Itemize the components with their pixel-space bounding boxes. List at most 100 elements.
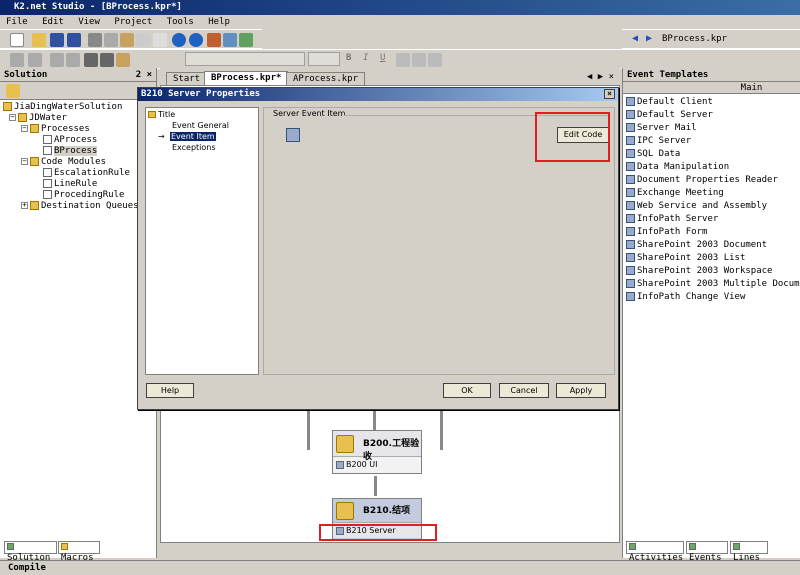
print-preview-icon[interactable] bbox=[153, 33, 167, 47]
dialog-tree-item-event-general[interactable]: Event General bbox=[146, 121, 258, 132]
save-all-icon[interactable] bbox=[67, 33, 81, 47]
event-default-server[interactable]: Default Server bbox=[626, 109, 800, 122]
collapse-icon[interactable]: − bbox=[9, 114, 16, 121]
tree-item-escalationrule[interactable]: EscalationRule bbox=[3, 168, 156, 179]
event-sharepoint-workspace[interactable]: SharePoint 2003 Workspace bbox=[626, 265, 800, 278]
dialog-title-bar: B210 Server Properties × bbox=[138, 88, 618, 101]
indent-icon[interactable] bbox=[28, 53, 42, 67]
dialog-close-button[interactable]: × bbox=[604, 89, 615, 99]
refresh-icon[interactable] bbox=[239, 33, 253, 47]
tree-item-code-modules[interactable]: − Code Modules bbox=[3, 157, 156, 168]
tab-macros[interactable]: Macros bbox=[58, 541, 100, 563]
align-center-icon[interactable] bbox=[412, 53, 426, 67]
toolbox-icon[interactable] bbox=[116, 53, 130, 67]
process-file-icon bbox=[43, 135, 52, 144]
activity-box-icon bbox=[336, 502, 354, 520]
folder-open-icon bbox=[148, 111, 156, 118]
tab-aprocess[interactable]: AProcess.kpr bbox=[286, 72, 366, 85]
zoom-out-icon[interactable] bbox=[50, 53, 64, 67]
binoculars-icon[interactable] bbox=[84, 53, 98, 67]
tab-solution[interactable]: Solution bbox=[4, 541, 57, 563]
event-server-mail[interactable]: Server Mail bbox=[626, 122, 800, 135]
bold-button[interactable]: B bbox=[346, 53, 351, 63]
event-template-icon bbox=[626, 162, 635, 171]
paste-icon[interactable] bbox=[120, 33, 134, 47]
dialog-tree-item-exceptions[interactable]: Exceptions bbox=[146, 143, 258, 154]
menu-bar: File Edit View Project Tools Help bbox=[0, 15, 800, 29]
tab-lines[interactable]: Lines bbox=[730, 541, 768, 563]
collapse-icon[interactable]: − bbox=[21, 125, 28, 132]
outdent-icon[interactable] bbox=[10, 53, 24, 67]
help-button[interactable]: Help bbox=[146, 383, 194, 398]
tree-item-bprocess[interactable]: BProcess bbox=[3, 146, 156, 157]
tree-item-processes[interactable]: − Processes bbox=[3, 124, 156, 135]
align-right-icon[interactable] bbox=[428, 53, 442, 67]
cancel-button[interactable]: Cancel bbox=[499, 383, 549, 398]
folder-icon bbox=[30, 124, 39, 133]
redo-icon[interactable] bbox=[189, 33, 203, 47]
event-sharepoint-multiple-documents[interactable]: SharePoint 2003 Multiple Documents bbox=[626, 278, 800, 291]
apply-button[interactable]: Apply bbox=[556, 383, 606, 398]
event-sharepoint-document[interactable]: SharePoint 2003 Document bbox=[626, 239, 800, 252]
activity-b200[interactable]: B200.工程验收 B200 UI bbox=[332, 430, 422, 474]
event-web-service-assembly[interactable]: Web Service and Assembly bbox=[626, 200, 800, 213]
font-name-dropdown[interactable] bbox=[185, 52, 305, 66]
dialog-tree-item-event-item[interactable]: → Event Item bbox=[146, 132, 258, 143]
event-default-client[interactable]: Default Client bbox=[626, 96, 800, 109]
tree-item-solution[interactable]: JiaDingWaterSolution bbox=[3, 102, 156, 113]
tab-activities[interactable]: Activities bbox=[626, 541, 684, 563]
event-templates-panel: Event Templates Main Default Client Defa… bbox=[622, 68, 800, 558]
expand-icon[interactable]: + bbox=[21, 202, 28, 209]
properties-icon[interactable] bbox=[6, 84, 20, 98]
event-document-properties-reader[interactable]: Document Properties Reader bbox=[626, 174, 800, 187]
event-infopath-server[interactable]: InfoPath Server bbox=[626, 213, 800, 226]
event-exchange-meeting[interactable]: Exchange Meeting bbox=[626, 187, 800, 200]
event-sharepoint-list[interactable]: SharePoint 2003 List bbox=[626, 252, 800, 265]
tab-start[interactable]: Start bbox=[166, 72, 208, 85]
align-left-icon[interactable] bbox=[396, 53, 410, 67]
event-sql-data[interactable]: SQL Data bbox=[626, 148, 800, 161]
ok-button[interactable]: OK bbox=[443, 383, 491, 398]
new-file-icon[interactable] bbox=[10, 33, 24, 47]
save-icon[interactable] bbox=[50, 33, 64, 47]
tab-scroll-close-icons[interactable]: ◀ ▶ × bbox=[587, 72, 614, 82]
menu-file[interactable]: File bbox=[6, 17, 28, 27]
tree-item-procedingrule[interactable]: ProcedingRule bbox=[3, 190, 156, 201]
tree-item-linerule[interactable]: LineRule bbox=[3, 179, 156, 190]
menu-project[interactable]: Project bbox=[114, 17, 152, 27]
forward-arrow-icon[interactable]: ▶ bbox=[646, 33, 652, 44]
print-icon[interactable] bbox=[136, 33, 150, 47]
menu-help[interactable]: Help bbox=[208, 17, 230, 27]
deploy-icon[interactable] bbox=[207, 33, 221, 47]
export-icon[interactable] bbox=[223, 33, 237, 47]
event-data-manipulation[interactable]: Data Manipulation bbox=[626, 161, 800, 174]
collapse-icon[interactable]: − bbox=[21, 158, 28, 165]
tab-events[interactable]: Events bbox=[686, 541, 728, 563]
tree-item-aprocess[interactable]: AProcess bbox=[3, 135, 156, 146]
menu-edit[interactable]: Edit bbox=[42, 17, 64, 27]
pin-close-icons[interactable]: 2 × bbox=[136, 68, 152, 82]
menu-tools[interactable]: Tools bbox=[167, 17, 194, 27]
font-size-dropdown[interactable] bbox=[308, 52, 340, 66]
tab-bprocess[interactable]: BProcess.kpr* bbox=[204, 71, 289, 85]
cut-icon[interactable] bbox=[88, 33, 102, 47]
server-event-item-icon bbox=[286, 128, 300, 142]
event-ipc-server[interactable]: IPC Server bbox=[626, 135, 800, 148]
back-arrow-icon[interactable]: ◀ bbox=[632, 33, 638, 44]
undo-icon[interactable] bbox=[172, 33, 186, 47]
copy-icon[interactable] bbox=[104, 33, 118, 47]
event-infopath-change-view[interactable]: InfoPath Change View bbox=[626, 291, 800, 304]
underline-button[interactable]: U bbox=[380, 53, 385, 63]
find-replace-icon[interactable] bbox=[100, 53, 114, 67]
tree-item-jdwater[interactable]: − JDWater bbox=[3, 113, 156, 124]
dialog-tree-item-title[interactable]: Title bbox=[146, 108, 258, 121]
tree-item-destination-queues[interactable]: + Destination Queues bbox=[3, 201, 156, 212]
lines-tab-icon bbox=[733, 543, 740, 550]
activities-tab-icon bbox=[629, 543, 636, 550]
zoom-in-icon[interactable] bbox=[66, 53, 80, 67]
menu-view[interactable]: View bbox=[78, 17, 100, 27]
italic-button[interactable]: I bbox=[363, 53, 368, 63]
compile-status: Compile bbox=[8, 563, 46, 573]
event-infopath-form[interactable]: InfoPath Form bbox=[626, 226, 800, 239]
open-folder-icon[interactable] bbox=[32, 33, 46, 47]
